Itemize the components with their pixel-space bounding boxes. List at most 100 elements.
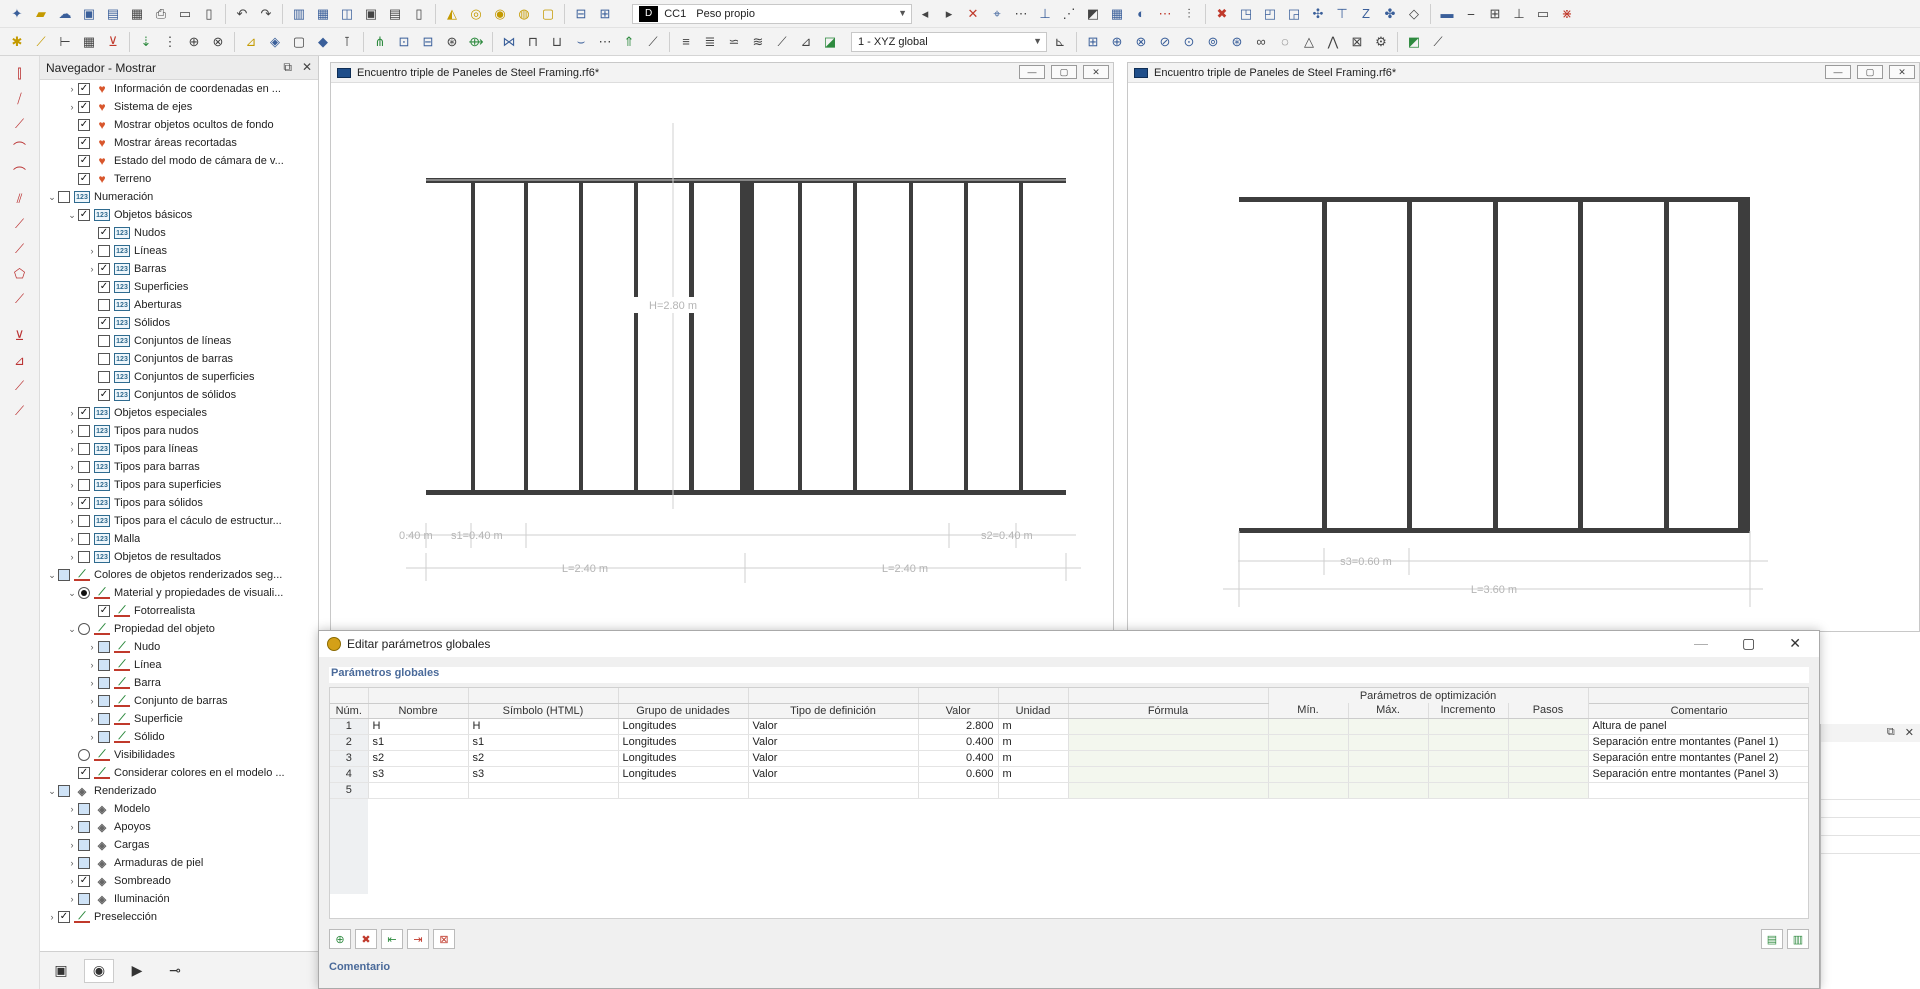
column-header[interactable]: Grupo de unidades [618, 703, 749, 719]
cell-unit[interactable] [998, 782, 1069, 799]
connect-icon[interactable]: ⊔ [546, 31, 568, 53]
table-row[interactable]: 4 s3 s3 Longitudes Valor 0.600 m Separación ent… [330, 766, 1808, 783]
navigator-item[interactable]: ⌄ ⟋ Material y propiedades de visuali... [40, 584, 318, 602]
navigator-item[interactable]: ✓ 123 Nudos [40, 224, 318, 242]
column-header[interactable]: Símbolo (HTML) [468, 703, 619, 719]
stud[interactable] [579, 183, 583, 490]
navigator-item[interactable]: › 123 Tipos para superficies [40, 476, 318, 494]
maximize-icon[interactable]: ▢ [1742, 635, 1755, 652]
polyline-icon[interactable]: ⟋ [9, 112, 31, 134]
cell-comment[interactable]: Separación entre montantes (Panel 1) [1588, 734, 1808, 751]
scale-icon[interactable]: ⋈ [498, 31, 520, 53]
checkbox[interactable] [98, 371, 110, 383]
cell-value[interactable]: 0.400 [918, 734, 999, 751]
member-icon[interactable]: ◩ [1082, 3, 1104, 25]
navigator-item[interactable]: ✓ ♥ Mostrar objetos ocultos de fondo [40, 116, 318, 134]
chevron-down-icon[interactable]: ⌄ [66, 210, 78, 221]
column-header[interactable]: Tipo de definición [748, 703, 919, 719]
clip-icon[interactable]: ▭ [1532, 3, 1554, 25]
chevron-right-icon[interactable]: › [66, 462, 78, 472]
chevron-right-icon[interactable]: › [46, 912, 58, 922]
navigator-item[interactable]: ✓ ♥ Terreno [40, 170, 318, 188]
checkbox[interactable]: ✓ [98, 263, 110, 275]
orient-icon[interactable]: ◇ [1403, 3, 1425, 25]
top-track[interactable] [1239, 197, 1750, 202]
navigator-item[interactable]: › 123 Malla [40, 530, 318, 548]
table-row[interactable]: 1 H H Longitudes Valor 2.800 m Altura de panel [330, 718, 1808, 735]
checkbox[interactable] [78, 821, 90, 833]
release-icon[interactable]: ⟋ [9, 374, 31, 396]
chevron-right-icon[interactable]: › [86, 246, 98, 256]
table-row[interactable]: 2 s1 s1 Longitudes Valor 0.400 m Separación ent… [330, 734, 1808, 751]
polygon-icon[interactable]: ⬠ [9, 262, 31, 284]
chevron-right-icon[interactable]: › [66, 444, 78, 454]
delete-row-icon[interactable]: ✖ [355, 929, 377, 949]
result-view-icon[interactable]: ▦ [1106, 3, 1128, 25]
visibility-icon[interactable]: ◐ [1130, 3, 1152, 25]
line-tool-icon[interactable]: ⧸ [9, 87, 31, 109]
model-viewport-left[interactable]: H=2.80 m 0.40 m s1=0.40 m s2=0.40 m L=2.… [331, 83, 1113, 631]
chevron-right-icon[interactable]: › [66, 426, 78, 436]
measure-icon[interactable]: ▢ [537, 3, 559, 25]
checkbox[interactable]: ✓ [78, 83, 90, 95]
checkbox[interactable] [78, 803, 90, 815]
cell-def[interactable]: Valor [748, 766, 919, 783]
cell-value[interactable] [918, 782, 999, 799]
stud[interactable] [853, 183, 857, 490]
maximize-icon[interactable]: ▢ [1051, 65, 1077, 79]
chevron-right-icon[interactable]: › [66, 840, 78, 850]
values-icon[interactable]: ⌖ [986, 3, 1008, 25]
cell-min[interactable] [1268, 750, 1349, 767]
checkbox[interactable]: ✓ [98, 317, 110, 329]
checkbox[interactable] [58, 569, 70, 581]
navigator-item[interactable]: › 123 Tipos para el cáculo de estructur... [40, 512, 318, 530]
checkbox[interactable] [98, 659, 110, 671]
cloud-icon[interactable]: ☁ [54, 3, 76, 25]
support-icon[interactable]: ⊻ [102, 31, 124, 53]
split-icon[interactable]: ⋍ [723, 31, 745, 53]
checkbox[interactable]: ✓ [58, 911, 70, 923]
stud[interactable] [1322, 202, 1327, 528]
checkbox[interactable]: ✓ [78, 767, 90, 779]
panel-icon[interactable]: ▯ [408, 3, 430, 25]
checkbox[interactable] [98, 245, 110, 257]
result-icon[interactable]: ⊟ [570, 3, 592, 25]
checkbox[interactable] [98, 335, 110, 347]
cell-comment[interactable]: Separación entre montantes (Panel 3) [1588, 766, 1808, 783]
triangle-icon[interactable]: △ [1298, 31, 1320, 53]
dock-icon[interactable]: ⧉ [283, 60, 292, 75]
navigator-item[interactable]: › ✓ 123 Objetos especiales [40, 404, 318, 422]
navigator-item[interactable]: ✓ 123 Superficies [40, 278, 318, 296]
rib-icon[interactable]: ⟋ [9, 237, 31, 259]
navigator-item[interactable]: ⌄ ⟋ Colores de objetos renderizados seg... [40, 566, 318, 584]
cell-unit[interactable]: m [998, 718, 1069, 735]
cell-symbol[interactable]: H [468, 718, 619, 735]
cell-inc[interactable] [1428, 718, 1509, 735]
array-icon[interactable]: ⋯ [594, 31, 616, 53]
stud[interactable] [1019, 183, 1023, 490]
cell-unit[interactable]: m [998, 766, 1069, 783]
chevron-right-icon[interactable]: › [66, 876, 78, 886]
render-icon[interactable]: ◫ [336, 3, 358, 25]
snap-grid-icon[interactable]: ⊕ [1106, 31, 1128, 53]
box-icon[interactable]: ◳ [1235, 3, 1257, 25]
checkbox[interactable]: ✓ [78, 137, 90, 149]
minimize-icon[interactable]: — [1694, 635, 1708, 652]
snap-mid-icon[interactable]: ⊘ [1154, 31, 1176, 53]
double-stud[interactable] [740, 183, 754, 490]
chevron-right-icon[interactable]: › [66, 858, 78, 868]
snap-icon[interactable]: ⟋ [771, 31, 793, 53]
chevron-down-icon[interactable]: ⌄ [66, 588, 78, 599]
checkbox[interactable] [98, 731, 110, 743]
ortho-icon[interactable]: ⊿ [795, 31, 817, 53]
curve-icon[interactable]: ⌒ [9, 162, 31, 184]
cell-group[interactable] [618, 782, 749, 799]
checkbox[interactable] [78, 479, 90, 491]
stud[interactable] [634, 183, 638, 490]
cell-inc[interactable] [1428, 782, 1509, 799]
chevron-right-icon[interactable]: › [86, 264, 98, 274]
radio-button[interactable] [78, 587, 90, 599]
navigator-item[interactable]: 123 Conjuntos de barras [40, 350, 318, 368]
checkbox[interactable] [98, 677, 110, 689]
navigator-item[interactable]: › 123 Tipos para barras [40, 458, 318, 476]
